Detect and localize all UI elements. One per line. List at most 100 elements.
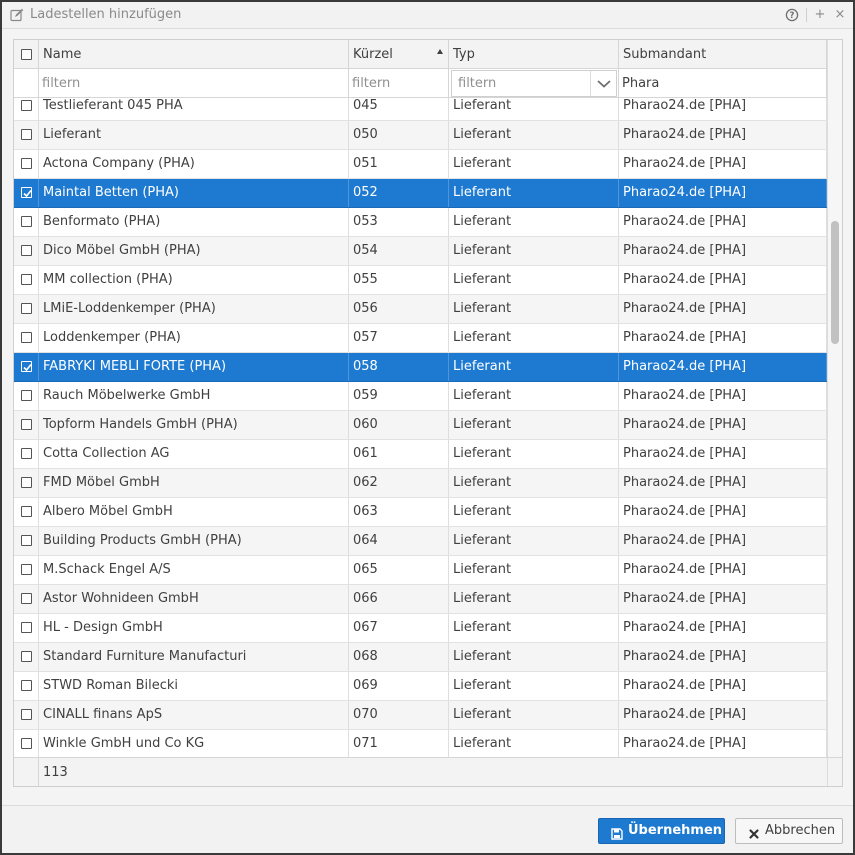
vertical-scrollbar[interactable] <box>827 40 842 757</box>
table-row[interactable]: FABRYKI MEBLI FORTE (PHA) 058 Lieferant Pha… <box>14 353 827 382</box>
table-row[interactable]: Dico Möbel GmbH (PHA) 054 Lieferant Pharao2… <box>14 237 827 266</box>
row-checkbox-cell[interactable] <box>14 556 39 584</box>
row-checkbox-cell[interactable] <box>14 324 39 352</box>
row-checkbox-cell[interactable] <box>14 295 39 323</box>
row-checkbox[interactable] <box>21 651 32 662</box>
row-checkbox[interactable] <box>21 593 32 604</box>
table-row[interactable]: Rauch Möbelwerke GmbH 059 Lieferant Pharao2… <box>14 382 827 411</box>
row-checkbox-cell[interactable] <box>14 98 39 120</box>
row-checkbox-cell[interactable] <box>14 527 39 555</box>
row-checkbox[interactable] <box>21 216 32 227</box>
row-checkbox-cell[interactable] <box>14 469 39 497</box>
column-header-submandant[interactable]: Submandant <box>619 40 827 69</box>
table-row[interactable]: Standard Furniture Manufacturi 068 Liefera… <box>14 643 827 672</box>
column-header-kuerzel[interactable]: Kürzel <box>349 40 449 69</box>
row-checkbox[interactable] <box>21 709 32 720</box>
table-row[interactable]: STWD Roman Bilecki 069 Lieferant Pharao24.d… <box>14 672 827 701</box>
row-checkbox-cell[interactable] <box>14 440 39 468</box>
table-row[interactable]: Albero Möbel GmbH 063 Lieferant Pharao24.de… <box>14 498 827 527</box>
accept-button[interactable]: Übernehmen <box>598 818 725 844</box>
row-checkbox[interactable] <box>21 245 32 256</box>
table-row[interactable]: M.Schack Engel A/S 065 Lieferant Pharao24.d… <box>14 556 827 585</box>
row-checkbox-cell[interactable] <box>14 179 39 207</box>
cell-kuerzel: 063 <box>349 498 449 526</box>
row-checkbox-cell[interactable] <box>14 672 39 700</box>
row-checkbox-cell[interactable] <box>14 208 39 236</box>
table-row[interactable]: Winkle GmbH und Co KG 071 Lieferant Pharao2… <box>14 730 827 757</box>
table-row[interactable]: Topform Handels GmbH (PHA) 060 Lieferant Ph… <box>14 411 827 440</box>
row-checkbox[interactable] <box>21 158 32 169</box>
cell-name: HL - Design GmbH <box>39 614 349 642</box>
row-checkbox-cell[interactable] <box>14 498 39 526</box>
table-row[interactable]: Testlieferant 045 PHA 045 Lieferant Pharao2… <box>14 98 827 121</box>
row-checkbox-cell[interactable] <box>14 382 39 410</box>
row-checkbox[interactable] <box>21 419 32 430</box>
row-checkbox-cell[interactable] <box>14 585 39 613</box>
row-checkbox-cell[interactable] <box>14 411 39 439</box>
row-checkbox[interactable] <box>21 680 32 691</box>
table-row[interactable]: Maintal Betten (PHA) 052 Lieferant Pharao24… <box>14 179 827 208</box>
table-row[interactable]: Astor Wohnideen GmbH 066 Lieferant Pharao24… <box>14 585 827 614</box>
table-row[interactable]: HL - Design GmbH 067 Lieferant Pharao24.de … <box>14 614 827 643</box>
cell-name: CINALL finans ApS <box>39 701 349 729</box>
chevron-down-icon[interactable] <box>590 71 616 96</box>
table-row[interactable]: FMD Möbel GmbH 062 Lieferant Pharao24.de [P… <box>14 469 827 498</box>
typ-filter-select[interactable]: filtern <box>451 70 617 97</box>
table-row[interactable]: Actona Company (PHA) 051 Lieferant Pharao24… <box>14 150 827 179</box>
row-checkbox[interactable] <box>21 129 32 140</box>
cell-typ: Lieferant <box>449 527 619 555</box>
row-checkbox[interactable] <box>21 622 32 633</box>
cell-name: Building Products GmbH (PHA) <box>39 527 349 555</box>
row-checkbox[interactable] <box>21 448 32 459</box>
cell-name: Testlieferant 045 PHA <box>39 98 349 120</box>
table-row[interactable]: Loddenkemper (PHA) 057 Lieferant Pharao24.d… <box>14 324 827 353</box>
close-window-button[interactable]: × <box>832 6 848 24</box>
row-checkbox-cell[interactable] <box>14 266 39 294</box>
table-row[interactable]: LMiE-Loddenkemper (PHA) 056 Lieferant Phara… <box>14 295 827 324</box>
row-checkbox-cell[interactable] <box>14 614 39 642</box>
dialog-titlebar[interactable]: Ladestellen hinzufügen ? + × <box>2 2 853 29</box>
row-checkbox[interactable] <box>21 332 32 343</box>
cancel-button[interactable]: Abbrechen <box>735 818 843 844</box>
row-checkbox-cell[interactable] <box>14 237 39 265</box>
row-checkbox-cell[interactable] <box>14 701 39 729</box>
kuerzel-filter-input[interactable] <box>352 72 445 95</box>
row-checkbox-cell[interactable] <box>14 353 39 381</box>
table-row[interactable]: Cotta Collection AG 061 Lieferant Pharao24.… <box>14 440 827 469</box>
row-checkbox[interactable] <box>21 564 32 575</box>
submandant-filter-input[interactable] <box>622 72 823 95</box>
column-header-typ[interactable]: Typ <box>449 40 619 69</box>
checked-checkbox[interactable] <box>21 187 32 198</box>
row-checkbox[interactable] <box>21 506 32 517</box>
row-checkbox[interactable] <box>21 390 32 401</box>
table-row[interactable]: Building Products GmbH (PHA) 064 Lieferant… <box>14 527 827 556</box>
name-filter-input[interactable] <box>42 72 345 95</box>
row-checkbox-cell[interactable] <box>14 730 39 757</box>
table-row[interactable]: CINALL finans ApS 070 Lieferant Pharao24.de… <box>14 701 827 730</box>
row-checkbox-cell[interactable] <box>14 643 39 671</box>
footer-cell-checkbox <box>14 758 39 786</box>
maximize-button[interactable]: + <box>812 6 828 24</box>
row-checkbox[interactable] <box>21 738 32 749</box>
cell-typ: Lieferant <box>449 98 619 120</box>
row-checkbox[interactable] <box>21 535 32 546</box>
select-all-checkbox[interactable] <box>21 49 32 60</box>
table-row[interactable]: Benformato (PHA) 053 Lieferant Pharao24.de … <box>14 208 827 237</box>
table-row[interactable]: Lieferant 050 Lieferant Pharao24.de [PHA] <box>14 121 827 150</box>
row-checkbox[interactable] <box>21 274 32 285</box>
filter-cell-typ: filtern <box>449 69 619 98</box>
table-row[interactable]: MM collection (PHA) 055 Lieferant Pharao24.… <box>14 266 827 295</box>
row-checkbox-cell[interactable] <box>14 121 39 149</box>
row-checkbox[interactable] <box>21 477 32 488</box>
grid-body: Testlieferant 045 PHA 045 Lieferant Pharao2… <box>14 98 827 757</box>
row-checkbox[interactable] <box>21 100 32 111</box>
row-checkbox[interactable] <box>21 303 32 314</box>
cell-name: LMiE-Loddenkemper (PHA) <box>39 295 349 323</box>
cell-typ: Lieferant <box>449 585 619 613</box>
checked-checkbox[interactable] <box>21 361 32 372</box>
row-checkbox-cell[interactable] <box>14 150 39 178</box>
select-all-header[interactable] <box>14 40 39 69</box>
help-button[interactable]: ? <box>784 6 800 24</box>
column-header-name[interactable]: Name <box>39 40 349 69</box>
scrollbar-thumb[interactable] <box>831 221 839 344</box>
